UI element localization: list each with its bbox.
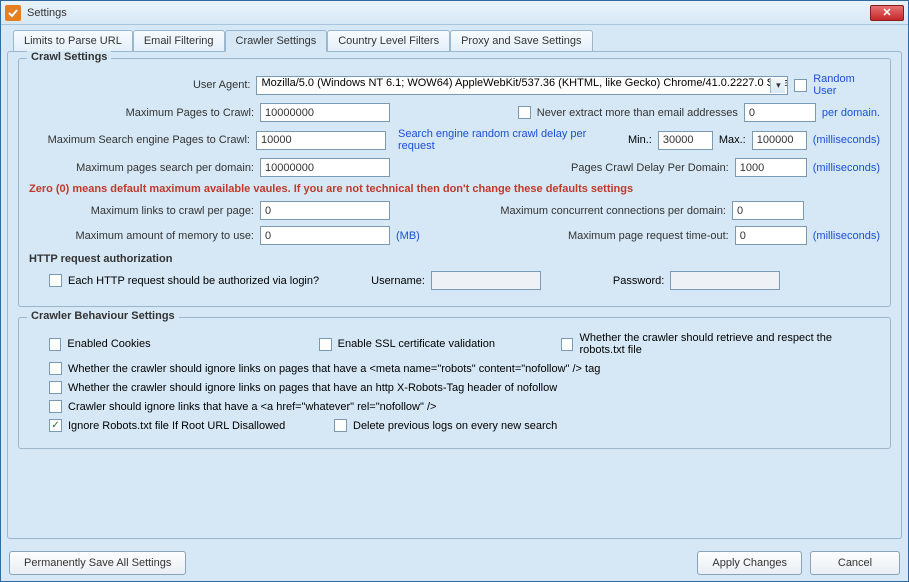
- http-auth-checkbox[interactable]: [49, 274, 62, 287]
- password-input[interactable]: [670, 271, 780, 290]
- cookies-label: Enabled Cookies: [67, 338, 313, 350]
- per-domain-label: per domain.: [822, 107, 880, 119]
- username-input[interactable]: [431, 271, 541, 290]
- max-links-label: Maximum links to crawl per page:: [29, 205, 254, 217]
- pages-crawl-delay-input[interactable]: [735, 158, 807, 177]
- millis-label-2: (milliseconds): [813, 162, 880, 174]
- tab-pane: Crawl Settings User Agent: Mozilla/5.0 (…: [7, 51, 902, 539]
- apply-button[interactable]: Apply Changes: [697, 551, 802, 575]
- save-all-button[interactable]: Permanently Save All Settings: [9, 551, 186, 575]
- tab-limits[interactable]: Limits to Parse URL: [13, 30, 133, 52]
- max-timeout-input[interactable]: [735, 226, 807, 245]
- tab-proxy-save[interactable]: Proxy and Save Settings: [450, 30, 592, 52]
- min-label: Min.:: [628, 134, 652, 146]
- robots-label: Whether the crawler should retrieve and …: [579, 332, 880, 356]
- max-search-engine-label: Maximum Search engine Pages to Crawl:: [29, 134, 250, 146]
- titlebar: Settings ✕: [1, 1, 908, 25]
- tab-country-filters[interactable]: Country Level Filters: [327, 30, 450, 52]
- max-search-engine-input[interactable]: [256, 131, 386, 150]
- ignore-xrobots-label: Whether the crawler should ignore links …: [68, 382, 557, 394]
- app-icon: [5, 5, 21, 21]
- tab-bar: Limits to Parse URL Email Filtering Craw…: [13, 29, 902, 51]
- close-button[interactable]: ✕: [870, 5, 904, 21]
- search-engine-delay-label: Search engine random crawl delay per req…: [398, 128, 622, 152]
- never-extract-label: Never extract more than email addresses: [537, 107, 738, 119]
- max-memory-label: Maximum amount of memory to use:: [29, 230, 254, 242]
- user-agent-value: Mozilla/5.0 (Windows NT 6.1; WOW64) Appl…: [261, 77, 788, 89]
- delete-logs-checkbox[interactable]: [334, 419, 347, 432]
- max-links-input[interactable]: [260, 201, 390, 220]
- max-timeout-label: Maximum page request time-out:: [568, 230, 729, 242]
- max-pages-input[interactable]: [260, 103, 390, 122]
- ignore-robots-root-checkbox[interactable]: [49, 419, 62, 432]
- crawler-behaviour-group: Crawler Behaviour Settings Enabled Cooki…: [18, 317, 891, 449]
- max-memory-input[interactable]: [260, 226, 390, 245]
- password-label: Password:: [613, 275, 664, 287]
- mb-label: (MB): [396, 230, 420, 242]
- crawl-settings-group: Crawl Settings User Agent: Mozilla/5.0 (…: [18, 58, 891, 307]
- crawler-behaviour-legend: Crawler Behaviour Settings: [27, 310, 179, 322]
- ssl-checkbox[interactable]: [319, 338, 331, 351]
- max-pages-label: Maximum Pages to Crawl:: [29, 107, 254, 119]
- max-connections-label: Maximum concurrent connections per domai…: [500, 205, 726, 217]
- ssl-label: Enable SSL certificate validation: [338, 338, 555, 350]
- never-extract-checkbox[interactable]: [518, 106, 531, 119]
- bottom-bar: Permanently Save All Settings Apply Chan…: [1, 545, 908, 581]
- username-label: Username:: [371, 275, 425, 287]
- robots-checkbox[interactable]: [561, 338, 573, 351]
- http-auth-label: Each HTTP request should be authorized v…: [68, 275, 319, 287]
- content: Limits to Parse URL Email Filtering Craw…: [1, 25, 908, 545]
- delete-logs-label: Delete previous logs on every new search: [353, 420, 557, 432]
- settings-window: Settings ✕ Limits to Parse URL Email Fil…: [0, 0, 909, 582]
- ignore-meta-label: Whether the crawler should ignore links …: [68, 363, 600, 375]
- user-agent-label: User Agent:: [29, 79, 250, 91]
- millis-label-1: (milliseconds): [813, 134, 880, 146]
- tab-crawler-settings[interactable]: Crawler Settings: [225, 30, 328, 52]
- cookies-checkbox[interactable]: [49, 338, 61, 351]
- user-agent-select[interactable]: Mozilla/5.0 (Windows NT 6.1; WOW64) Appl…: [256, 76, 788, 95]
- tab-email-filtering[interactable]: Email Filtering: [133, 30, 225, 52]
- random-user-label: Random User: [813, 73, 880, 97]
- window-title: Settings: [27, 7, 870, 19]
- warning-text: Zero (0) means default maximum available…: [29, 183, 633, 195]
- max-label: Max.:: [719, 134, 746, 146]
- ignore-xrobots-checkbox[interactable]: [49, 381, 62, 394]
- never-extract-input[interactable]: [744, 103, 816, 122]
- max-delay-input[interactable]: [752, 131, 807, 150]
- millis-label-3: (milliseconds): [813, 230, 880, 242]
- ignore-meta-checkbox[interactable]: [49, 362, 62, 375]
- crawl-settings-legend: Crawl Settings: [27, 51, 111, 63]
- ignore-rel-label: Crawler should ignore links that have a …: [68, 401, 436, 413]
- cancel-button[interactable]: Cancel: [810, 551, 900, 575]
- min-delay-input[interactable]: [658, 131, 713, 150]
- ignore-robots-root-label: Ignore Robots.txt file If Root URL Disal…: [68, 420, 328, 432]
- random-user-checkbox[interactable]: [794, 79, 807, 92]
- max-pages-per-domain-input[interactable]: [260, 158, 390, 177]
- http-auth-heading: HTTP request authorization: [29, 253, 880, 265]
- max-connections-input[interactable]: [732, 201, 804, 220]
- pages-crawl-delay-label: Pages Crawl Delay Per Domain:: [571, 162, 729, 174]
- max-pages-per-domain-label: Maximum pages search per domain:: [29, 162, 254, 174]
- ignore-rel-checkbox[interactable]: [49, 400, 62, 413]
